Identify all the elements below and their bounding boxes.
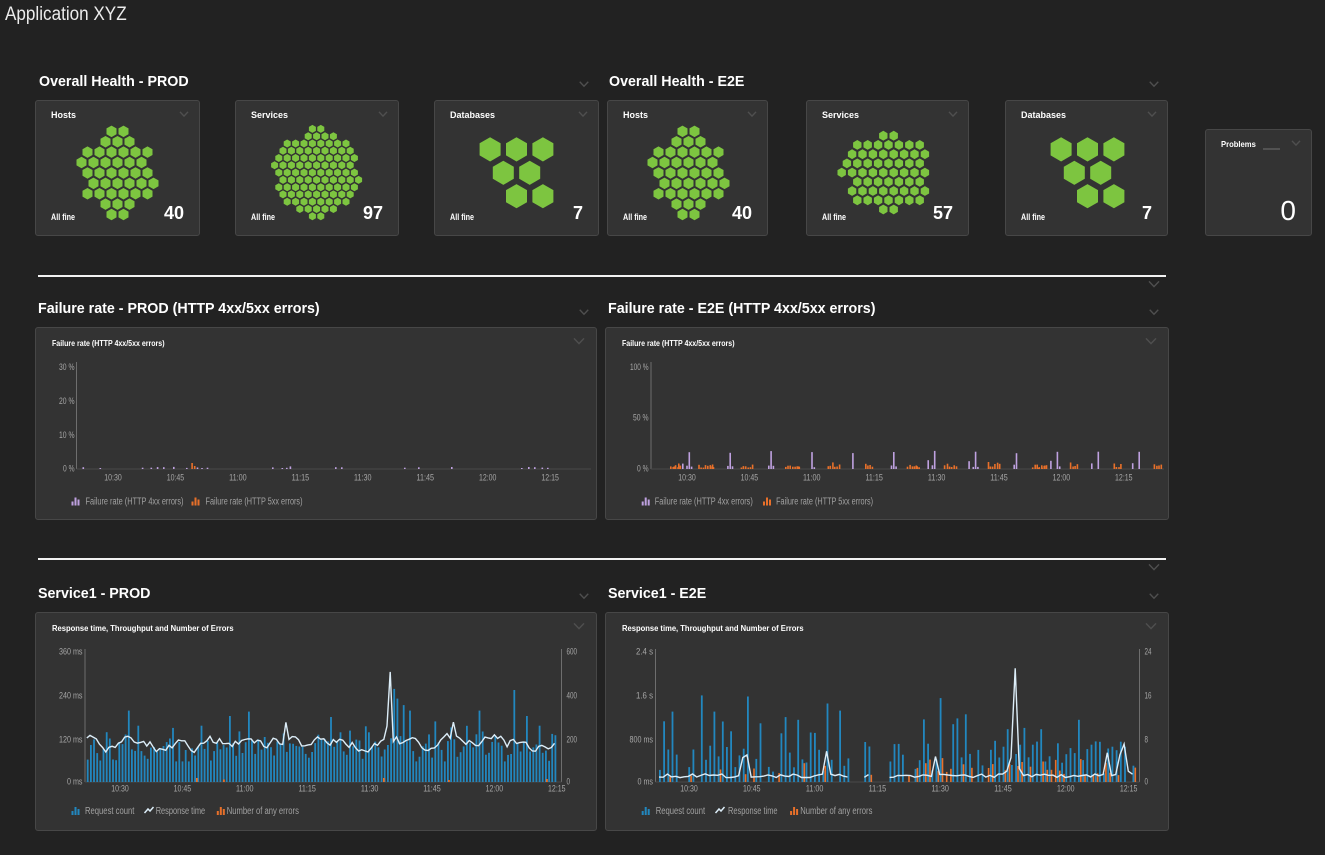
svg-text:10:45: 10:45 [174, 784, 192, 794]
svg-text:240 ms: 240 ms [59, 691, 83, 701]
svg-text:12:15: 12:15 [541, 473, 559, 483]
svg-text:Request count: Request count [656, 806, 706, 817]
svg-text:12:00: 12:00 [1057, 784, 1075, 794]
svg-text:2.4 s: 2.4 s [636, 646, 653, 656]
svg-text:16: 16 [1145, 691, 1152, 701]
svg-text:11:00: 11:00 [806, 784, 824, 794]
svg-text:Request count: Request count [85, 806, 135, 817]
svg-text:11:00: 11:00 [236, 784, 254, 794]
svg-text:12:00: 12:00 [479, 473, 497, 483]
svg-text:600: 600 [567, 646, 578, 656]
svg-text:11:30: 11:30 [928, 473, 946, 483]
svg-text:Response time: Response time [156, 806, 206, 817]
svg-text:11:00: 11:00 [803, 473, 821, 483]
svg-text:12:15: 12:15 [548, 784, 566, 794]
svg-text:0 %: 0 % [63, 464, 75, 474]
svg-text:Failure rate (HTTP 5xx errors): Failure rate (HTTP 5xx errors) [206, 497, 303, 508]
svg-text:10:30: 10:30 [680, 784, 698, 794]
svg-text:0 ms: 0 ms [67, 776, 83, 786]
svg-text:11:15: 11:15 [292, 473, 310, 483]
svg-text:10:30: 10:30 [104, 473, 122, 483]
svg-text:Number of any errors: Number of any errors [227, 806, 299, 817]
svg-text:12:00: 12:00 [486, 784, 504, 794]
svg-text:12:15: 12:15 [1115, 473, 1133, 483]
svg-text:11:15: 11:15 [865, 473, 883, 483]
svg-text:12:00: 12:00 [1053, 473, 1071, 483]
svg-text:800 ms: 800 ms [630, 735, 654, 745]
svg-text:50 %: 50 % [633, 413, 649, 423]
svg-text:10:30: 10:30 [111, 784, 129, 794]
svg-text:11:30: 11:30 [354, 473, 372, 483]
svg-text:20 %: 20 % [59, 396, 75, 406]
svg-text:200: 200 [567, 735, 578, 745]
svg-text:11:15: 11:15 [869, 784, 887, 794]
svg-text:120 ms: 120 ms [59, 735, 83, 745]
svg-text:11:45: 11:45 [417, 473, 435, 483]
svg-text:11:45: 11:45 [990, 473, 1008, 483]
svg-text:100 %: 100 % [630, 362, 649, 372]
svg-text:0: 0 [1145, 776, 1149, 786]
svg-text:Number of any errors: Number of any errors [800, 806, 872, 817]
svg-text:24: 24 [1145, 646, 1152, 656]
svg-text:10:45: 10:45 [167, 473, 185, 483]
svg-text:10:30: 10:30 [678, 473, 696, 483]
svg-text:11:00: 11:00 [229, 473, 247, 483]
svg-text:0 %: 0 % [637, 464, 649, 474]
svg-text:10:45: 10:45 [741, 473, 759, 483]
svg-text:10 %: 10 % [59, 430, 75, 440]
svg-text:10:45: 10:45 [743, 784, 761, 794]
svg-text:8: 8 [1145, 735, 1149, 745]
svg-text:0: 0 [567, 776, 571, 786]
svg-text:30 %: 30 % [59, 362, 75, 372]
svg-text:Failure rate (HTTP 4xx errors): Failure rate (HTTP 4xx errors) [86, 497, 184, 508]
svg-text:360 ms: 360 ms [59, 646, 83, 656]
svg-text:11:30: 11:30 [931, 784, 949, 794]
svg-text:11:15: 11:15 [298, 784, 316, 794]
svg-text:0 ms: 0 ms [638, 776, 654, 786]
svg-text:1.6 s: 1.6 s [636, 691, 653, 701]
svg-text:12:15: 12:15 [1120, 784, 1138, 794]
svg-text:Failure rate (HTTP 5xx errors): Failure rate (HTTP 5xx errors) [776, 497, 873, 508]
svg-text:400: 400 [567, 691, 578, 701]
svg-text:Failure rate (HTTP 4xx errors): Failure rate (HTTP 4xx errors) [655, 497, 753, 508]
svg-text:11:45: 11:45 [423, 784, 441, 794]
svg-text:11:45: 11:45 [994, 784, 1012, 794]
svg-text:11:30: 11:30 [361, 784, 379, 794]
svg-text:Response time: Response time [728, 806, 778, 817]
